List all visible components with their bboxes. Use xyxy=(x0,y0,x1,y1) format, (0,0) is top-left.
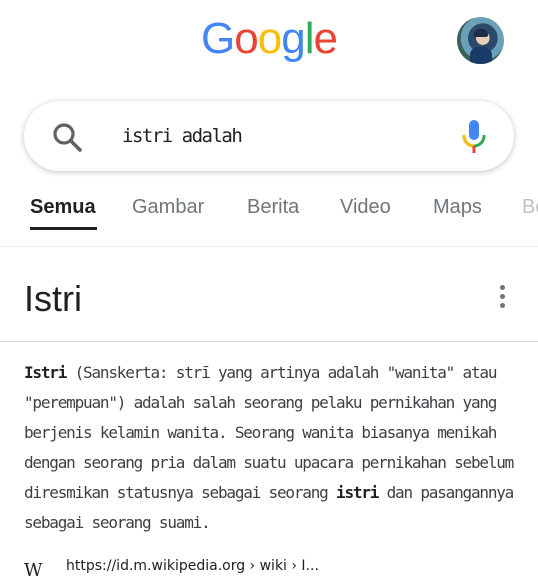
description-text: (Sanskerta: strī yang artinya adalah "wa… xyxy=(24,363,514,502)
microphone-icon[interactable] xyxy=(461,119,487,155)
term-bold-inline: istri xyxy=(336,483,379,502)
avatar-body xyxy=(470,47,492,64)
tab-gambar[interactable]: Gambar xyxy=(132,196,204,219)
search-tabs: Semua Gambar Berita Video Maps Bo xyxy=(0,190,538,247)
search-icon[interactable] xyxy=(52,122,82,152)
tab-video[interactable]: Video xyxy=(340,196,391,219)
wikipedia-icon: W xyxy=(24,560,42,581)
account-avatar[interactable] xyxy=(457,17,504,64)
avatar-cap xyxy=(474,29,488,37)
active-tab-indicator xyxy=(30,227,97,230)
source-url[interactable]: https://id.m.wikipedia.org › wiki › I... xyxy=(66,558,319,574)
tab-semua[interactable]: Semua xyxy=(30,196,96,219)
logo-letter: g xyxy=(281,14,306,63)
logo-letter: l xyxy=(304,14,315,63)
logo-letter: e xyxy=(313,14,338,63)
search-input[interactable] xyxy=(122,120,442,152)
more-options-icon[interactable] xyxy=(494,283,510,311)
tab-maps[interactable]: Maps xyxy=(433,196,482,219)
logo-letter: G xyxy=(201,14,235,63)
tab-berita[interactable]: Berita xyxy=(247,196,299,219)
logo-letter: o xyxy=(234,14,259,63)
search-box[interactable] xyxy=(24,101,514,171)
knowledge-panel-title: Istri xyxy=(24,278,82,319)
knowledge-panel-description: Istri (Sanskerta: strī yang artinya adal… xyxy=(24,358,524,538)
term-bold: Istri xyxy=(24,363,67,382)
logo-letter: o xyxy=(257,14,283,63)
source-link[interactable]: W https://id.m.wikipedia.org › wiki › I.… xyxy=(24,556,524,581)
divider xyxy=(0,341,538,342)
tab-books[interactable]: Bo xyxy=(522,196,538,219)
